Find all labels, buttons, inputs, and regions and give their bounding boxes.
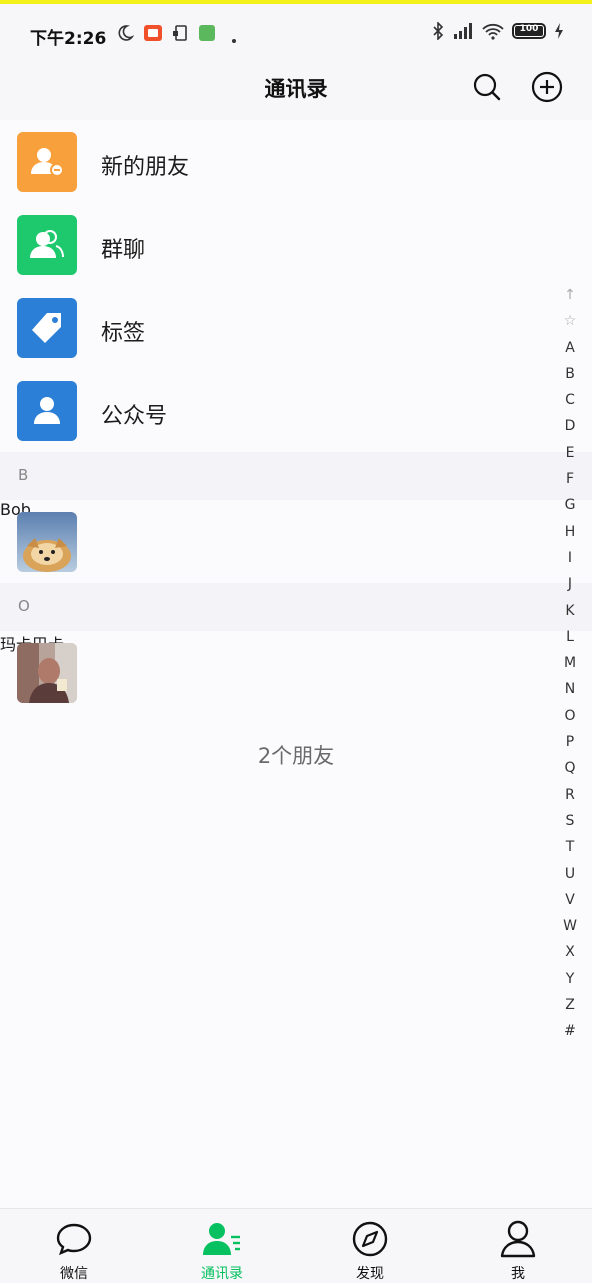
index-letter[interactable]: P	[560, 729, 580, 755]
tab-chats[interactable]: 微信	[0, 1209, 148, 1283]
search-button[interactable]	[470, 70, 504, 104]
index-letter[interactable]: Z	[560, 992, 580, 1018]
status-time: 下午2:26	[30, 29, 107, 49]
tab-label: 我	[511, 1266, 525, 1282]
tag-icon	[17, 298, 77, 358]
index-letter[interactable]: D	[560, 413, 580, 439]
section-letter: O	[18, 597, 30, 615]
group-chats-label: 群聊	[101, 238, 146, 263]
index-letter[interactable]: M	[560, 650, 580, 676]
tags-label: 标签	[101, 321, 146, 346]
index-letter[interactable]: C	[560, 387, 580, 413]
header: 通讯录	[0, 60, 592, 120]
section-letter: B	[18, 466, 29, 484]
contact-avatar	[17, 643, 77, 703]
contact-name: 玛卡巴卡	[0, 631, 592, 655]
app-notification-icon	[144, 25, 162, 41]
moon-icon	[118, 25, 134, 41]
contacts-icon	[203, 1223, 240, 1255]
index-letter[interactable]: N	[560, 676, 580, 702]
index-letter[interactable]: #	[560, 1018, 580, 1044]
person-icon	[500, 1220, 536, 1258]
group-chat-icon	[17, 215, 77, 275]
alphabet-index[interactable]: ↑ ☆ A B C D E F G H I J K L M N O P Q R S T U V W X Y Z #	[560, 282, 580, 1045]
index-letter[interactable]: O	[560, 703, 580, 729]
charging-icon	[555, 23, 563, 39]
battery-text: 100	[519, 24, 539, 34]
app-green-icon	[199, 25, 215, 41]
dot-icon	[232, 39, 236, 43]
index-letter[interactable]: F	[560, 466, 580, 492]
bottom-tab-bar: 微信 通讯录 发现 我	[0, 1208, 592, 1283]
contacts-list: 新的朋友 群聊 标签 公众号 B Bob. O	[0, 120, 592, 714]
contact-item[interactable]: 玛卡巴卡	[0, 631, 592, 714]
search-icon	[473, 73, 501, 101]
status-bar: 下午2:26 100	[0, 4, 592, 60]
tab-contacts[interactable]: 通讯录	[148, 1209, 296, 1283]
new-friends-item[interactable]: 新的朋友	[0, 120, 592, 203]
tab-label: 微信	[60, 1266, 88, 1282]
official-account-icon	[17, 381, 77, 441]
contact-name: Bob.	[0, 500, 37, 519]
index-letter[interactable]: I	[560, 545, 580, 571]
battery-indicator: 100	[512, 23, 546, 39]
new-friends-label: 新的朋友	[101, 155, 190, 180]
index-letter[interactable]: W	[560, 913, 580, 939]
index-letter[interactable]: Y	[560, 966, 580, 992]
tags-item[interactable]: 标签	[0, 286, 592, 369]
index-letter[interactable]: H	[560, 519, 580, 545]
tab-discover[interactable]: 发现	[296, 1209, 444, 1283]
index-letter[interactable]: J	[560, 571, 580, 597]
compass-icon	[352, 1221, 388, 1257]
index-letter[interactable]: E	[560, 440, 580, 466]
index-letter[interactable]: B	[560, 361, 580, 387]
index-letter[interactable]: A	[560, 335, 580, 361]
index-letter[interactable]: Q	[560, 755, 580, 781]
official-accounts-label: 公众号	[101, 404, 168, 429]
index-letter[interactable]: ↑	[560, 282, 580, 308]
index-letter[interactable]: V	[560, 887, 580, 913]
index-letter[interactable]: ☆	[560, 308, 580, 334]
bluetooth-icon	[433, 22, 444, 40]
chat-bubble-icon	[56, 1223, 92, 1256]
contact-item[interactable]: Bob.	[0, 500, 592, 583]
status-right: 100	[432, 22, 564, 40]
index-letter[interactable]: L	[560, 624, 580, 650]
index-letter[interactable]: G	[560, 492, 580, 518]
official-accounts-item[interactable]: 公众号	[0, 369, 592, 452]
friend-count: 2个朋友	[257, 744, 335, 768]
tab-label: 通讯录	[201, 1266, 243, 1282]
index-letter[interactable]: T	[560, 834, 580, 860]
sim-card-icon	[173, 25, 187, 41]
index-letter[interactable]: K	[560, 598, 580, 624]
group-chats-item[interactable]: 群聊	[0, 203, 592, 286]
tab-label: 发现	[356, 1266, 384, 1282]
index-letter[interactable]: R	[560, 782, 580, 808]
index-letter[interactable]: X	[560, 939, 580, 965]
tab-me[interactable]: 我	[444, 1209, 592, 1283]
new-friend-icon	[17, 132, 77, 192]
index-letter[interactable]: U	[560, 861, 580, 887]
section-header-b: B	[0, 452, 592, 500]
signal-icon	[454, 23, 472, 39]
section-header-o: O	[0, 583, 592, 631]
wifi-icon	[482, 23, 504, 40]
contact-avatar	[17, 512, 77, 572]
index-letter[interactable]: S	[560, 808, 580, 834]
plus-circle-icon	[531, 71, 563, 103]
add-button[interactable]	[530, 70, 564, 104]
